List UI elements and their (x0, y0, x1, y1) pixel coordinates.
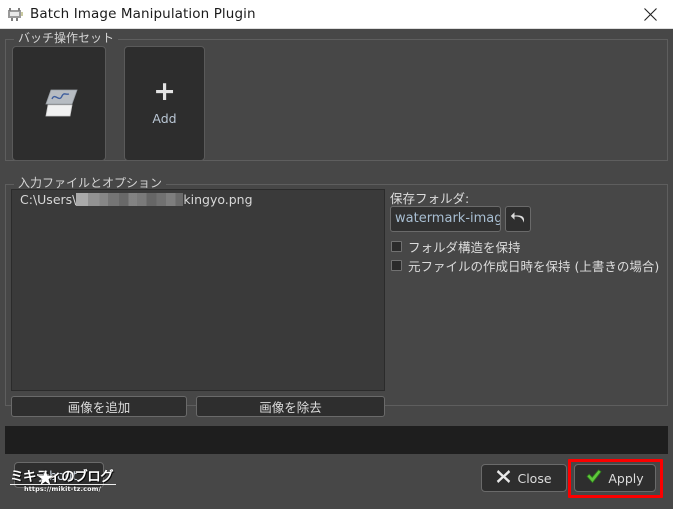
operation-tile-curves[interactable] (12, 46, 106, 161)
window-close-button[interactable] (627, 0, 673, 28)
window-title: Batch Image Manipulation Plugin (30, 6, 256, 22)
add-tile-label: Add (152, 111, 177, 126)
progress-bar (5, 426, 668, 454)
close-button-label: Close (517, 470, 552, 486)
plugin-icon (7, 6, 24, 23)
redacted-path-segment (76, 193, 184, 206)
about-button[interactable]: About (14, 462, 104, 488)
reset-save-folder-button[interactable] (505, 206, 531, 232)
save-folder-input[interactable]: watermark-image (390, 206, 501, 232)
title-bar: Batch Image Manipulation Plugin (0, 0, 673, 29)
apply-button-label: Apply (608, 470, 644, 486)
batch-operation-set-title: バッチ操作セット (14, 31, 119, 45)
save-folder-label: 保存フォルダ: (390, 191, 470, 206)
close-icon (643, 7, 657, 21)
x-mark-icon (496, 469, 511, 487)
remove-image-button[interactable]: 画像を除去 (196, 396, 385, 417)
checkbox-keep-original-datetime[interactable]: 元ファイルの作成日時を保持 (上書きの場合) (391, 256, 659, 275)
file-path-prefix: C:\Users\ (20, 192, 77, 207)
plugin-dialog: Batch Image Manipulation Plugin バッチ操作セット… (0, 0, 673, 509)
add-image-button[interactable]: 画像を追加 (11, 396, 187, 417)
close-button[interactable]: Close (481, 464, 567, 492)
undo-arrow-icon (510, 210, 527, 229)
input-files-options-title: 入力ファイルとオプション (14, 176, 167, 190)
file-list[interactable]: C:\Users\ kingyo.png (11, 189, 385, 391)
checkbox-label: 元ファイルの作成日時を保持 (上書きの場合) (408, 259, 660, 274)
checkbox-label: フォルダ構造を保持 (408, 240, 521, 255)
checkbox-keep-folder-structure[interactable]: フォルダ構造を保持 (391, 237, 521, 256)
green-check-icon (586, 469, 602, 487)
list-item[interactable]: C:\Users\ kingyo.png (12, 190, 384, 209)
operation-tile-add[interactable]: + Add (124, 46, 205, 161)
checkbox-box[interactable] (391, 241, 402, 252)
checkbox-box[interactable] (391, 260, 402, 271)
layers-curve-icon (39, 85, 79, 123)
plus-icon: + (153, 76, 176, 107)
apply-button[interactable]: Apply (574, 464, 656, 492)
file-path-suffix: kingyo.png (183, 192, 253, 207)
